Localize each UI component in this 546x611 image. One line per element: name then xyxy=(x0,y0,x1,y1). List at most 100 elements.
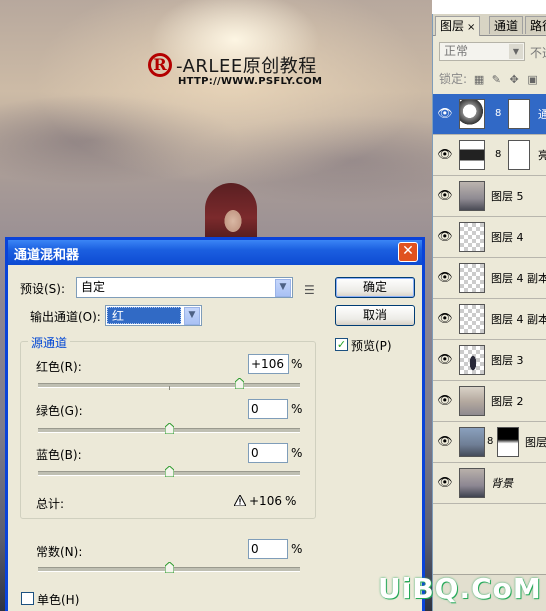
tab-paths[interactable]: 路径 xyxy=(525,16,546,34)
layer-list: 👁 8 通道 👁 8 亮度 👁 图层 5 👁 图层 4 👁 图层 4 副本 xyxy=(433,94,546,504)
visibility-eye-icon[interactable]: 👁 xyxy=(437,394,453,406)
output-channel-select[interactable]: 红 ▼ xyxy=(105,305,202,326)
lock-paint-icon[interactable]: ✎ xyxy=(492,74,503,85)
logo: R -ARLEE原创教程 xyxy=(148,52,317,78)
chevron-down-icon: ▼ xyxy=(509,44,523,59)
lock-move-icon[interactable]: ✥ xyxy=(510,74,521,85)
total-unit: % xyxy=(285,494,297,508)
layer-row[interactable]: 👁 图层 2 xyxy=(433,381,546,422)
constant-value-input[interactable]: 0 xyxy=(248,539,288,559)
preset-label: 预设(S): xyxy=(20,282,66,296)
layer-mask-thumbnail xyxy=(508,99,530,129)
layer-row[interactable]: 👁 图层 3 xyxy=(433,340,546,381)
red-unit: % xyxy=(291,357,303,371)
close-button[interactable]: ✕ xyxy=(398,242,418,262)
preset-options-icon[interactable]: ☰ xyxy=(304,283,315,297)
layer-name: 图层 4 副本 xyxy=(491,272,546,285)
preview-checkbox[interactable]: ✓ xyxy=(335,338,348,351)
layer-thumbnail xyxy=(459,263,485,293)
constant-unit: % xyxy=(291,542,303,556)
layer-row[interactable]: 👁 8 通道 xyxy=(433,94,546,135)
monochrome-checkbox[interactable] xyxy=(21,592,34,605)
lock-all-icon[interactable]: ▣ xyxy=(527,74,538,85)
chain-link-icon: 8 xyxy=(495,108,502,119)
green-unit: % xyxy=(291,402,303,416)
layer-name: 图层 3 xyxy=(491,354,524,367)
tab-layers[interactable]: 图层 × xyxy=(435,16,481,36)
green-slider-thumb[interactable] xyxy=(165,423,174,434)
preset-select[interactable]: 自定 ▼ xyxy=(76,277,293,298)
layer-name: 通道 xyxy=(538,106,546,122)
logo-url: HTTP://WWW.PSFLY.COM xyxy=(178,76,323,87)
ok-button[interactable]: 确定 xyxy=(335,277,415,298)
warning-icon xyxy=(234,495,246,506)
blue-unit: % xyxy=(291,446,303,460)
layers-panel: 图层× 通道 路径 正常▼ 不透 锁定: ▦ ✎ ✥ ▣ 👁 8 通道 👁 8 … xyxy=(432,14,546,611)
layer-thumbnail xyxy=(459,345,485,375)
layer-row[interactable]: 👁 图层 5 xyxy=(433,176,546,217)
layer-name: 亮度 xyxy=(538,147,546,163)
layer-name: 图层 4 xyxy=(491,231,524,244)
blue-label: 蓝色(B): xyxy=(36,448,82,462)
visibility-eye-icon[interactable]: 👁 xyxy=(437,353,453,365)
visibility-eye-icon[interactable]: 👁 xyxy=(437,476,453,488)
layer-thumbnail xyxy=(459,222,485,252)
layer-row[interactable]: 👁 图层 4 副本 xyxy=(433,258,546,299)
visibility-eye-icon[interactable]: 👁 xyxy=(437,189,453,201)
red-value-input[interactable]: +106 xyxy=(248,354,289,374)
tab-channels[interactable]: 通道 xyxy=(489,16,524,34)
layer-thumbnail xyxy=(459,468,485,498)
logo-text: -ARLEE原创教程 xyxy=(176,56,317,77)
layer-row[interactable]: 👁 图层 4 副本 xyxy=(433,299,546,340)
layer-row[interactable]: 👁 8 图层 xyxy=(433,422,546,463)
layer-mask-thumbnail xyxy=(508,140,530,170)
layer-mask-thumbnail xyxy=(497,427,519,457)
registered-mark-icon: R xyxy=(148,53,172,77)
visibility-eye-icon[interactable]: 👁 xyxy=(437,435,453,447)
layer-row[interactable]: 👁 8 亮度 xyxy=(433,135,546,176)
layer-thumbnail xyxy=(459,386,485,416)
visibility-eye-icon[interactable]: 👁 xyxy=(437,230,453,242)
visibility-eye-icon[interactable]: 👁 xyxy=(437,312,453,324)
green-label: 绿色(G): xyxy=(36,404,83,418)
chain-link-icon: 8 xyxy=(495,149,502,160)
monochrome-label: 单色(H) xyxy=(37,593,80,607)
source-channels-title: 源通道 xyxy=(28,334,71,351)
preset-value: 自定 xyxy=(81,280,106,294)
opacity-label: 不透 xyxy=(530,46,546,60)
layer-name: 图层 xyxy=(525,436,546,449)
blue-slider-thumb[interactable] xyxy=(165,466,174,477)
dialog-titlebar[interactable]: 通道混和器 ✕ xyxy=(8,240,422,265)
blend-mode-select[interactable]: 正常 ▼ xyxy=(439,42,525,61)
total-label: 总计: xyxy=(36,497,65,511)
preview-label: 预览(P) xyxy=(351,339,392,353)
constant-slider-thumb[interactable] xyxy=(165,562,174,573)
layer-name: 图层 2 xyxy=(491,395,524,408)
red-slider-thumb[interactable] xyxy=(235,378,244,389)
visibility-eye-icon[interactable]: 👁 xyxy=(437,148,453,160)
red-label: 红色(R): xyxy=(36,360,82,374)
output-channel-value: 红 xyxy=(107,307,181,324)
lock-row: 锁定: ▦ ✎ ✥ ▣ xyxy=(439,70,538,87)
layer-row[interactable]: 👁 图层 4 xyxy=(433,217,546,258)
layer-thumbnail xyxy=(459,427,485,457)
watermark: UiBQ.CoM xyxy=(378,572,542,605)
visibility-eye-icon[interactable]: 👁 xyxy=(437,107,453,119)
green-value-input[interactable]: 0 xyxy=(248,399,288,419)
layer-row[interactable]: 👁 背景 xyxy=(433,463,546,504)
layer-name: 背景 xyxy=(491,477,513,490)
total-value: +106 xyxy=(249,494,282,508)
layer-thumbnail xyxy=(459,304,485,334)
visibility-eye-icon[interactable]: 👁 xyxy=(437,271,453,283)
blue-value-input[interactable]: 0 xyxy=(248,443,288,463)
adjustment-thumbnail xyxy=(459,140,485,170)
constant-label: 常数(N): xyxy=(36,545,83,559)
tab-close-icon[interactable]: × xyxy=(467,22,475,33)
lock-transparency-icon[interactable]: ▦ xyxy=(474,74,485,85)
panel-tabs: 图层× 通道 路径 xyxy=(433,14,546,36)
chevron-down-icon: ▼ xyxy=(184,307,200,325)
channel-mixer-dialog: 通道混和器 ✕ 预设(S): 自定 ▼ ☰ 输出通道(O): 红 ▼ 确定 取消… xyxy=(5,237,425,611)
cancel-button[interactable]: 取消 xyxy=(335,305,415,326)
chevron-down-icon: ▼ xyxy=(275,279,291,297)
dialog-title: 通道混和器 xyxy=(14,248,80,263)
